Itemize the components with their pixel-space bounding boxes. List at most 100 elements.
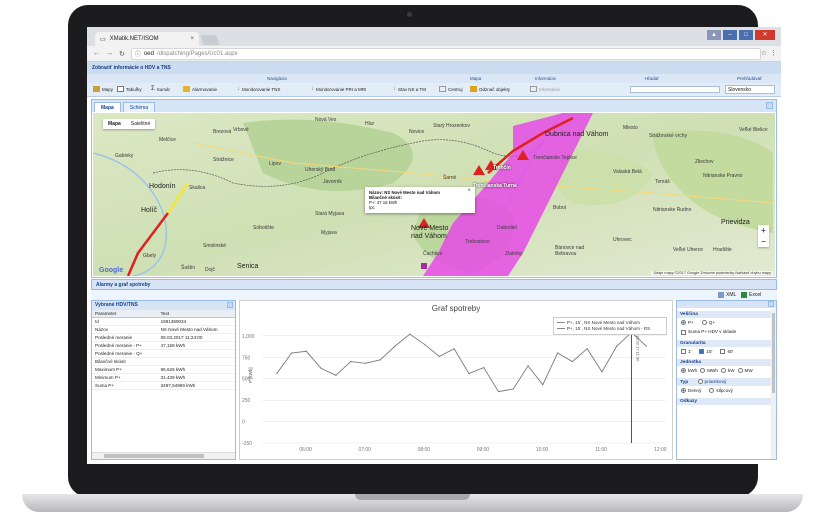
url-field[interactable]: ⓘ oed/dispatching/Pages/Uc01.aspx <box>130 47 761 60</box>
data-point <box>453 348 455 350</box>
zoom-in-button[interactable]: + <box>758 225 769 236</box>
check-1min[interactable]: 1' <box>681 349 691 354</box>
monitor-pri-button[interactable]: ↓ Monitorovanie PRI a MRI <box>311 86 366 92</box>
horizontal-scrollbar[interactable] <box>92 452 235 459</box>
user-icon[interactable]: ▲ <box>707 30 721 40</box>
zoom-out-button[interactable]: − <box>758 236 769 247</box>
vertical-scrollbar[interactable] <box>771 309 776 459</box>
panel-title: Vybrané HDV/TNS <box>92 301 235 310</box>
place-label: Trenčianska Turná <box>473 183 517 189</box>
radio-mw[interactable]: MW <box>737 368 753 374</box>
check-15min[interactable]: 15' <box>699 349 712 354</box>
table-row[interactable]: Bilančné skúsit <box>92 357 235 366</box>
map-type-switcher: Mapa Satelitné <box>103 119 156 129</box>
alarms-button[interactable]: Alarmovanie <box>183 86 217 92</box>
radio-mwh[interactable]: MWh <box>700 368 718 374</box>
tab-map[interactable]: Mapa <box>94 102 121 112</box>
y-tick-label: 1,000 <box>242 334 255 340</box>
info-button[interactable]: Informácie <box>530 86 560 92</box>
maximize-button[interactable]: □ <box>739 30 753 40</box>
show-objects-button[interactable]: Odznač objekty <box>470 86 510 92</box>
new-tab-button[interactable] <box>200 35 220 45</box>
radio-q-plus[interactable]: Q+ <box>701 320 715 326</box>
table-row[interactable]: Posledné meranie - Q+ <box>92 349 235 358</box>
data-point <box>290 352 293 354</box>
y-tick-label: 750 <box>242 355 251 361</box>
map-panel-tabs: Mapa Schéma <box>92 100 776 112</box>
map-type-map[interactable]: Mapa <box>103 119 126 129</box>
panel-collapse-button[interactable] <box>227 302 233 308</box>
map-type-satellite[interactable]: Satelitné <box>126 119 155 129</box>
granularity-options: 1' 15' 60' <box>677 347 776 356</box>
popup-close-icon[interactable]: × <box>467 188 471 194</box>
radio-daily[interactable]: Denný <box>681 388 701 394</box>
place-label: Brezová <box>213 129 232 135</box>
scrollbar-thumb[interactable] <box>772 313 775 393</box>
panel-collapse-button[interactable] <box>768 301 774 307</box>
info-icon: ⓘ <box>134 52 141 58</box>
tab-schema[interactable]: Schéma <box>122 102 156 112</box>
table-row[interactable]: Id 1991369034 <box>92 317 235 326</box>
tables-button[interactable]: Tabuľky <box>117 86 142 92</box>
minimize-button[interactable]: – <box>723 30 737 40</box>
place-label: Trenčianske Teplice <box>533 155 577 161</box>
tab-close-icon[interactable]: × <box>190 36 194 42</box>
place-label: Gbely <box>143 253 157 259</box>
sum-checkbox-row[interactable]: Suma P+ HDV v sklade <box>677 327 776 336</box>
column-header[interactable]: Parameter <box>92 310 158 318</box>
maps-button[interactable]: Mapy <box>93 86 113 92</box>
search-input[interactable] <box>630 86 720 93</box>
back-icon[interactable]: ← <box>93 50 100 57</box>
reload-icon[interactable]: ↻ <box>119 50 125 58</box>
radio-kwh[interactable]: kWh <box>681 368 697 374</box>
summary-button[interactable]: Σ Sumár <box>151 86 170 92</box>
forward-icon[interactable]: → <box>106 50 113 57</box>
check-60min[interactable]: 60' <box>720 349 733 354</box>
data-point <box>409 333 411 335</box>
column-header[interactable]: Text <box>157 310 235 318</box>
monitor-tns-button[interactable]: ↓ Monitorovanie TNS <box>237 86 280 92</box>
place-label: Valaská Belá <box>613 169 642 175</box>
collapse-button[interactable] <box>766 102 773 109</box>
address-bar: ← → ↻ ⓘ oed/dispatching/Pages/Uc01.aspx … <box>87 46 781 62</box>
radio-icon <box>700 368 706 374</box>
x-tick-label: 07:00 <box>358 447 371 453</box>
legend-item[interactable]: P+, 15´, NS Nové Mesto nad Váhom - RS <box>557 326 663 332</box>
country-select[interactable]: Slovensko <box>725 85 775 94</box>
center-button[interactable]: Centruj <box>439 86 463 92</box>
data-point <box>542 384 544 386</box>
state-button[interactable]: ↓ Stav NS a TM <box>393 86 426 92</box>
data-point <box>571 360 573 363</box>
map-canvas[interactable]: Mapa Satelitné Nová Ves Hlur Vrbové Brez… <box>93 113 775 276</box>
place-label: Gabinky <box>115 153 134 159</box>
radio-line[interactable]: priamkový <box>697 379 726 385</box>
x-tick-label: 08:00 <box>418 447 431 453</box>
radio-p-plus[interactable]: P+ <box>681 320 694 326</box>
table-row[interactable]: Posledné meranie - P+ 47,158 kWh <box>92 341 235 350</box>
table-row[interactable]: Minimum P+ 31,439 kWh <box>92 373 235 382</box>
export-row: XML Excel <box>91 290 777 300</box>
legend-swatch <box>557 328 565 330</box>
table-row[interactable]: Posledné meranie 08.03.2017 11:24:00 <box>92 333 235 342</box>
export-xml-button[interactable]: XML <box>718 292 736 298</box>
place-label: Tomáš <box>655 179 670 185</box>
table-row[interactable]: Názov NS Nové Mesto nad Váhom <box>92 325 235 334</box>
export-excel-button[interactable]: Excel <box>741 292 761 298</box>
scrollbar-thumb[interactable] <box>104 454 204 458</box>
browser-tab[interactable]: ▭ XMatik.NET/ISOM × <box>95 32 199 46</box>
place-label: Nová Ves <box>315 117 337 123</box>
close-window-button[interactable]: ✕ <box>755 30 775 40</box>
table-row[interactable]: Maximum P+ 95,626 kWh <box>92 365 235 374</box>
table-row[interactable]: Suma P+ 3497,54969 kWh <box>92 381 235 390</box>
bookmark-star-icon[interactable]: ☆ <box>761 49 767 57</box>
screen: ▭ XMatik.NET/ISOM × ▲ – □ ✕ ← → ↻ ⓘ oed /… <box>87 27 781 464</box>
menu-icon[interactable]: ⋮ <box>770 49 777 57</box>
checkbox-icon <box>720 348 726 354</box>
substation-marker-icon[interactable] <box>421 263 427 269</box>
place-label: Melčice <box>159 137 176 143</box>
place-label: Novice <box>409 129 425 135</box>
radio-column[interactable]: stĺpcový <box>709 388 733 394</box>
webcam <box>407 12 412 17</box>
map-attribution[interactable]: Údaje mapy ©2017 Google Zmluvné podmienk… <box>651 271 773 275</box>
radio-kw[interactable]: kW <box>720 368 735 374</box>
